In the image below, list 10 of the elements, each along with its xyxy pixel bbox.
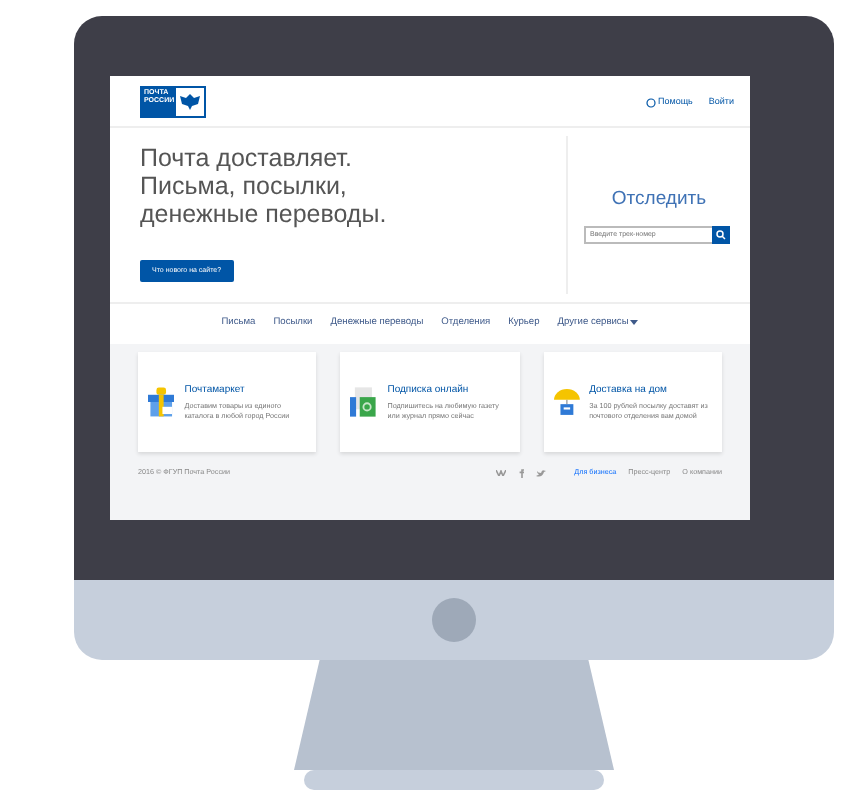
vk-icon[interactable] xyxy=(496,470,507,477)
tracking-title: Отследить xyxy=(611,186,707,215)
power-button-icon xyxy=(432,598,476,642)
twitter-icon[interactable] xyxy=(536,469,547,478)
facebook-icon[interactable] xyxy=(518,468,525,479)
search-button[interactable] xyxy=(712,225,730,244)
hero-heading: Почта доставляет. Письма, посылки, денежные переводы. xyxy=(140,144,389,228)
eagle-icon xyxy=(176,88,204,116)
help-icon xyxy=(646,97,657,107)
search-icon xyxy=(716,229,726,240)
